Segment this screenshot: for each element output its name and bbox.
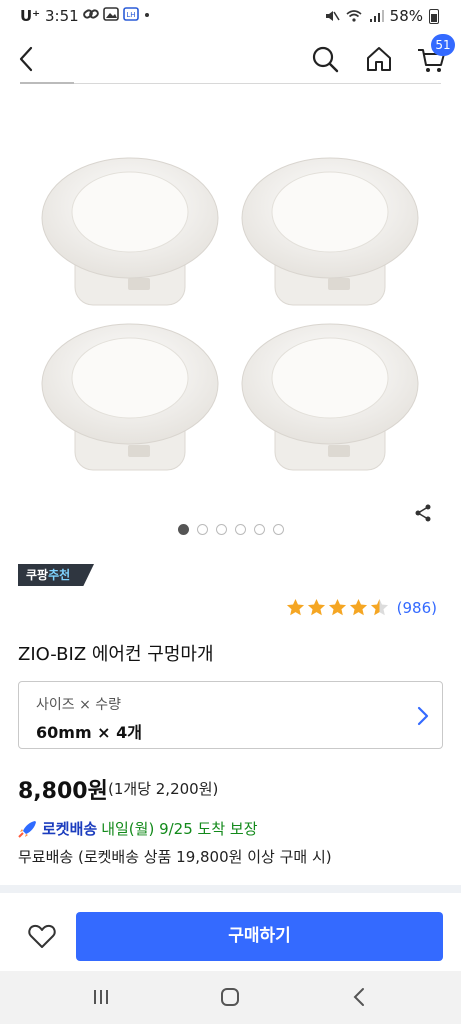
link-icon <box>83 9 99 19</box>
cap-top-right <box>241 157 419 306</box>
back-arrow-icon[interactable] <box>14 44 40 74</box>
rocket-label: 로켓배송 <box>42 820 98 838</box>
header-divider <box>20 83 441 84</box>
home-icon[interactable] <box>364 44 394 74</box>
star-icon <box>286 598 304 616</box>
star-rating <box>286 598 389 617</box>
status-time: 3:51 <box>45 7 79 25</box>
share-icon[interactable] <box>412 502 434 524</box>
chevron-right-icon <box>417 706 429 726</box>
star-icon <box>370 598 388 616</box>
star-icon <box>349 598 367 616</box>
badge-text-recommend: 추천 <box>48 568 71 582</box>
wifi-icon <box>346 10 362 22</box>
header-divider-accent <box>20 82 74 84</box>
svg-text:LH: LH <box>126 11 135 19</box>
search-icon[interactable] <box>310 44 340 74</box>
lh-app-icon: LH <box>123 7 139 21</box>
review-count[interactable]: (986) <box>397 599 437 617</box>
coupang-recommend-badge: 쿠팡추천 <box>18 564 94 586</box>
cap-bottom-left <box>41 323 219 471</box>
option-value: 60mm × 4개 <box>36 723 143 742</box>
price: 8,800원 <box>18 779 108 804</box>
star-icon <box>307 598 325 616</box>
star-icon <box>328 598 346 616</box>
product-title: ZIO-BIZ 에어컨 구멍마개 <box>18 644 214 665</box>
product-image[interactable] <box>0 120 461 500</box>
badge-text-brand: 쿠팡 <box>26 568 49 582</box>
shipping-info: 무료배송 (로켓배송 상품 19,800원 이상 구매 시) <box>18 848 332 866</box>
battery-icon <box>429 8 439 24</box>
bottom-action-bar: 구매하기 <box>0 893 461 971</box>
dot-icon <box>145 13 149 17</box>
back-button-icon[interactable] <box>349 986 371 1008</box>
pager-dot[interactable] <box>197 524 208 535</box>
pager-dot[interactable] <box>216 524 227 535</box>
cap-bottom-right <box>241 323 419 471</box>
buy-button[interactable]: 구매하기 <box>76 912 443 961</box>
rocket-icon <box>18 820 36 838</box>
signal-icon <box>369 10 384 22</box>
cart-count-badge: 51 <box>431 34 455 56</box>
section-divider <box>0 885 461 893</box>
pager-dot[interactable] <box>178 524 189 535</box>
heart-icon[interactable] <box>28 923 56 949</box>
pager-dot[interactable] <box>254 524 265 535</box>
arrival-date: 내일(월) 9/25 도착 보장 <box>101 820 258 838</box>
top-nav: 51 <box>0 34 461 84</box>
system-nav-bar <box>0 971 461 1024</box>
battery-percent: 58% <box>389 7 423 25</box>
mute-icon <box>325 11 340 21</box>
pager-dot[interactable] <box>235 524 246 535</box>
home-button-icon[interactable] <box>219 986 241 1008</box>
option-label: 사이즈 × 수량 <box>36 697 122 713</box>
recent-apps-icon[interactable] <box>90 986 112 1008</box>
status-bar: U⁺ 3:51 LH 58% <box>0 0 461 34</box>
image-icon <box>103 7 119 21</box>
image-pager <box>178 524 284 535</box>
cap-top-left <box>41 157 219 306</box>
rocket-delivery: 로켓배송 내일(월) 9/25 도착 보장 <box>18 818 258 839</box>
pager-dot[interactable] <box>273 524 284 535</box>
unit-price: (1개당 2,200원) <box>108 780 219 798</box>
carrier-label: U⁺ <box>20 7 41 25</box>
option-selector[interactable]: 사이즈 × 수량 60mm × 4개 <box>18 681 443 749</box>
rating[interactable]: (986) <box>286 598 437 617</box>
